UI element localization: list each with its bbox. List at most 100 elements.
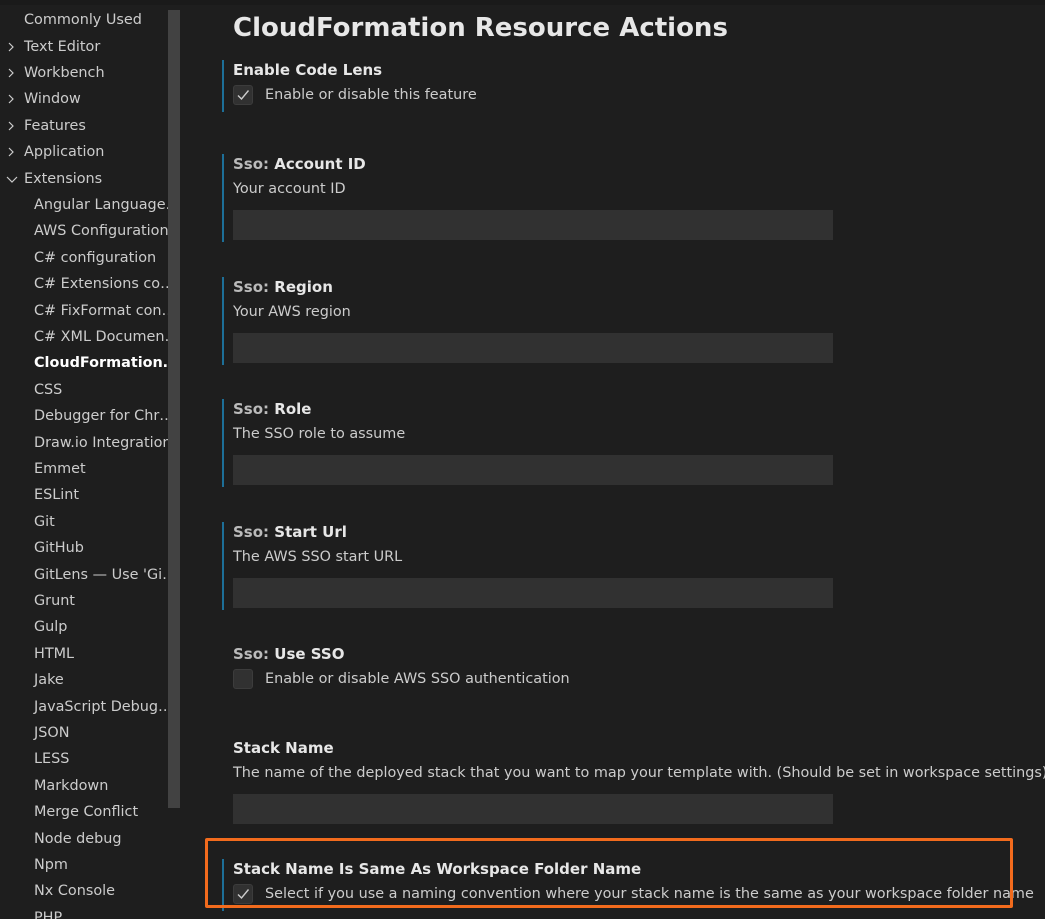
toc-label: CloudFormation … [34, 355, 180, 371]
setting-category: Sso: [233, 155, 270, 173]
toc-label: Gulp [34, 619, 68, 635]
setting-title: Enable Code Lens [233, 60, 382, 80]
toc-label: Features [24, 118, 86, 134]
toc-item-text-editor[interactable]: Text Editor [0, 34, 180, 60]
toc-extension-item[interactable]: C# FixFormat con… [0, 298, 180, 324]
toc-label: Debugger for Chr… [34, 408, 174, 424]
toc-extension-item[interactable]: AWS Configuration [0, 218, 180, 244]
toc-label: Emmet [34, 461, 86, 477]
toc-item-features[interactable]: Features [0, 113, 180, 139]
toc-extension-item[interactable]: Markdown [0, 773, 180, 799]
setting-title-text: Role [274, 400, 312, 418]
toc-extension-item[interactable]: CloudFormation … [0, 350, 180, 376]
toc-label: Jake [34, 672, 64, 688]
toc-label: JavaScript Debug… [34, 699, 173, 715]
toc-extension-item[interactable]: GitLens — Use 'Git… [0, 562, 180, 588]
account-id-input[interactable] [233, 210, 833, 240]
start-url-input[interactable] [233, 578, 833, 608]
toc-item-commonly-used[interactable]: Commonly Used [0, 7, 180, 33]
toc-extension-item[interactable]: Draw.io Integration [0, 430, 180, 456]
setting-title-text: Account ID [274, 155, 366, 173]
setting-title-text: Use SSO [274, 645, 345, 663]
modified-indicator [222, 522, 224, 610]
setting-category: Sso: [233, 278, 270, 296]
toc-extension-item[interactable]: JavaScript Debug… [0, 694, 180, 720]
region-input[interactable] [233, 333, 833, 363]
role-input[interactable] [233, 455, 833, 485]
chevron-right-icon [6, 139, 18, 165]
toc-label: Grunt [34, 593, 75, 609]
toc-label: Npm [34, 857, 68, 873]
toc-extension-item[interactable]: Npm [0, 852, 180, 878]
setting-title-text: Stack Name [233, 739, 334, 757]
use-sso-checkbox[interactable] [233, 669, 253, 689]
setting-sso-role: Sso: Role The SSO role to assume [222, 399, 1022, 487]
chevron-right-icon [6, 86, 18, 112]
toc-item-extensions[interactable]: Extensions [0, 166, 180, 192]
toc-extension-item[interactable]: Nx Console [0, 878, 180, 904]
toc-extension-item[interactable]: Merge Conflict [0, 799, 180, 825]
toc-extension-item[interactable]: Grunt [0, 588, 180, 614]
toc-item-workbench[interactable]: Workbench [0, 60, 180, 86]
setting-category: Sso: [233, 645, 270, 663]
settings-editor: CloudFormation Resource Actions Enable C… [181, 0, 1045, 919]
toc-label: C# configuration [34, 250, 157, 266]
setting-description: Your AWS region [233, 304, 351, 320]
modified-indicator [222, 399, 224, 487]
toc-label: GitLens — Use 'Git… [34, 567, 180, 583]
setting-sso-region: Sso: Region Your AWS region [222, 277, 1022, 365]
toc-label: HTML [34, 646, 75, 662]
toc-extension-item[interactable]: CSS [0, 377, 180, 403]
toc-extension-item[interactable]: Node debug [0, 826, 180, 852]
toc-label: Commonly Used [24, 12, 142, 28]
setting-title: Sso: Role [233, 399, 311, 419]
setting-title: Sso: Region [233, 277, 333, 297]
chevron-right-icon [6, 113, 18, 139]
toc-label: AWS Configuration [34, 223, 169, 239]
toc-extension-item[interactable]: JSON [0, 720, 180, 746]
toc-label: C# XML Documen… [34, 329, 179, 345]
toc-extension-item[interactable]: GitHub [0, 535, 180, 561]
toc-extension-item[interactable]: PHP [0, 905, 180, 919]
toc-label: Application [24, 144, 105, 160]
toc-extension-item[interactable]: C# configuration [0, 245, 180, 271]
toc-extension-item[interactable]: Angular Language… [0, 192, 180, 218]
stack-name-input[interactable] [233, 794, 833, 824]
chevron-right-icon [6, 34, 18, 60]
toc-label: GitHub [34, 540, 84, 556]
toc-extension-item[interactable]: ESLint [0, 482, 180, 508]
setting-description: The AWS SSO start URL [233, 549, 403, 565]
toc-label: JSON [34, 725, 70, 741]
toc-extension-item[interactable]: Git [0, 509, 180, 535]
setting-title: Stack Name [233, 738, 334, 758]
toc-label: C# Extensions con… [34, 276, 180, 292]
setting-description: Enable or disable AWS SSO authentication [265, 671, 570, 687]
toc-extension-item[interactable]: Jake [0, 667, 180, 693]
toc-extension-item[interactable]: HTML [0, 641, 180, 667]
toc-label: Git [34, 514, 55, 530]
toc-extension-item[interactable]: Gulp [0, 614, 180, 640]
toc-extension-item[interactable]: C# XML Documen… [0, 324, 180, 350]
code-lens-checkbox[interactable] [233, 85, 253, 105]
toc-label: Angular Language… [34, 197, 180, 213]
toc-extension-item[interactable]: C# Extensions con… [0, 271, 180, 297]
setting-title-text: Region [274, 278, 333, 296]
setting-description: The name of the deployed stack that you … [233, 765, 1045, 781]
toc-label: CSS [34, 382, 63, 398]
toc-item-application[interactable]: Application [0, 139, 180, 165]
toc-label: Workbench [24, 65, 105, 81]
toc-label: Merge Conflict [34, 804, 139, 820]
setting-category: Sso: [233, 400, 270, 418]
setting-title: Sso: Start Url [233, 522, 347, 542]
setting-enable-code-lens: Enable Code Lens Enable or disable this … [222, 60, 1022, 112]
setting-title: Sso: Use SSO [233, 644, 344, 664]
toc-extension-item[interactable]: LESS [0, 746, 180, 772]
toc-label: Markdown [34, 778, 109, 794]
toc-extension-item[interactable]: Emmet [0, 456, 180, 482]
setting-sso-start-url: Sso: Start Url The AWS SSO start URL [222, 522, 1022, 610]
toc-scrollbar[interactable] [168, 10, 180, 808]
setting-stack-name: Stack Name The name of the deployed stac… [222, 738, 1045, 826]
toc-item-window[interactable]: Window [0, 86, 180, 112]
modified-indicator [222, 154, 224, 242]
toc-extension-item[interactable]: Debugger for Chr… [0, 403, 180, 429]
